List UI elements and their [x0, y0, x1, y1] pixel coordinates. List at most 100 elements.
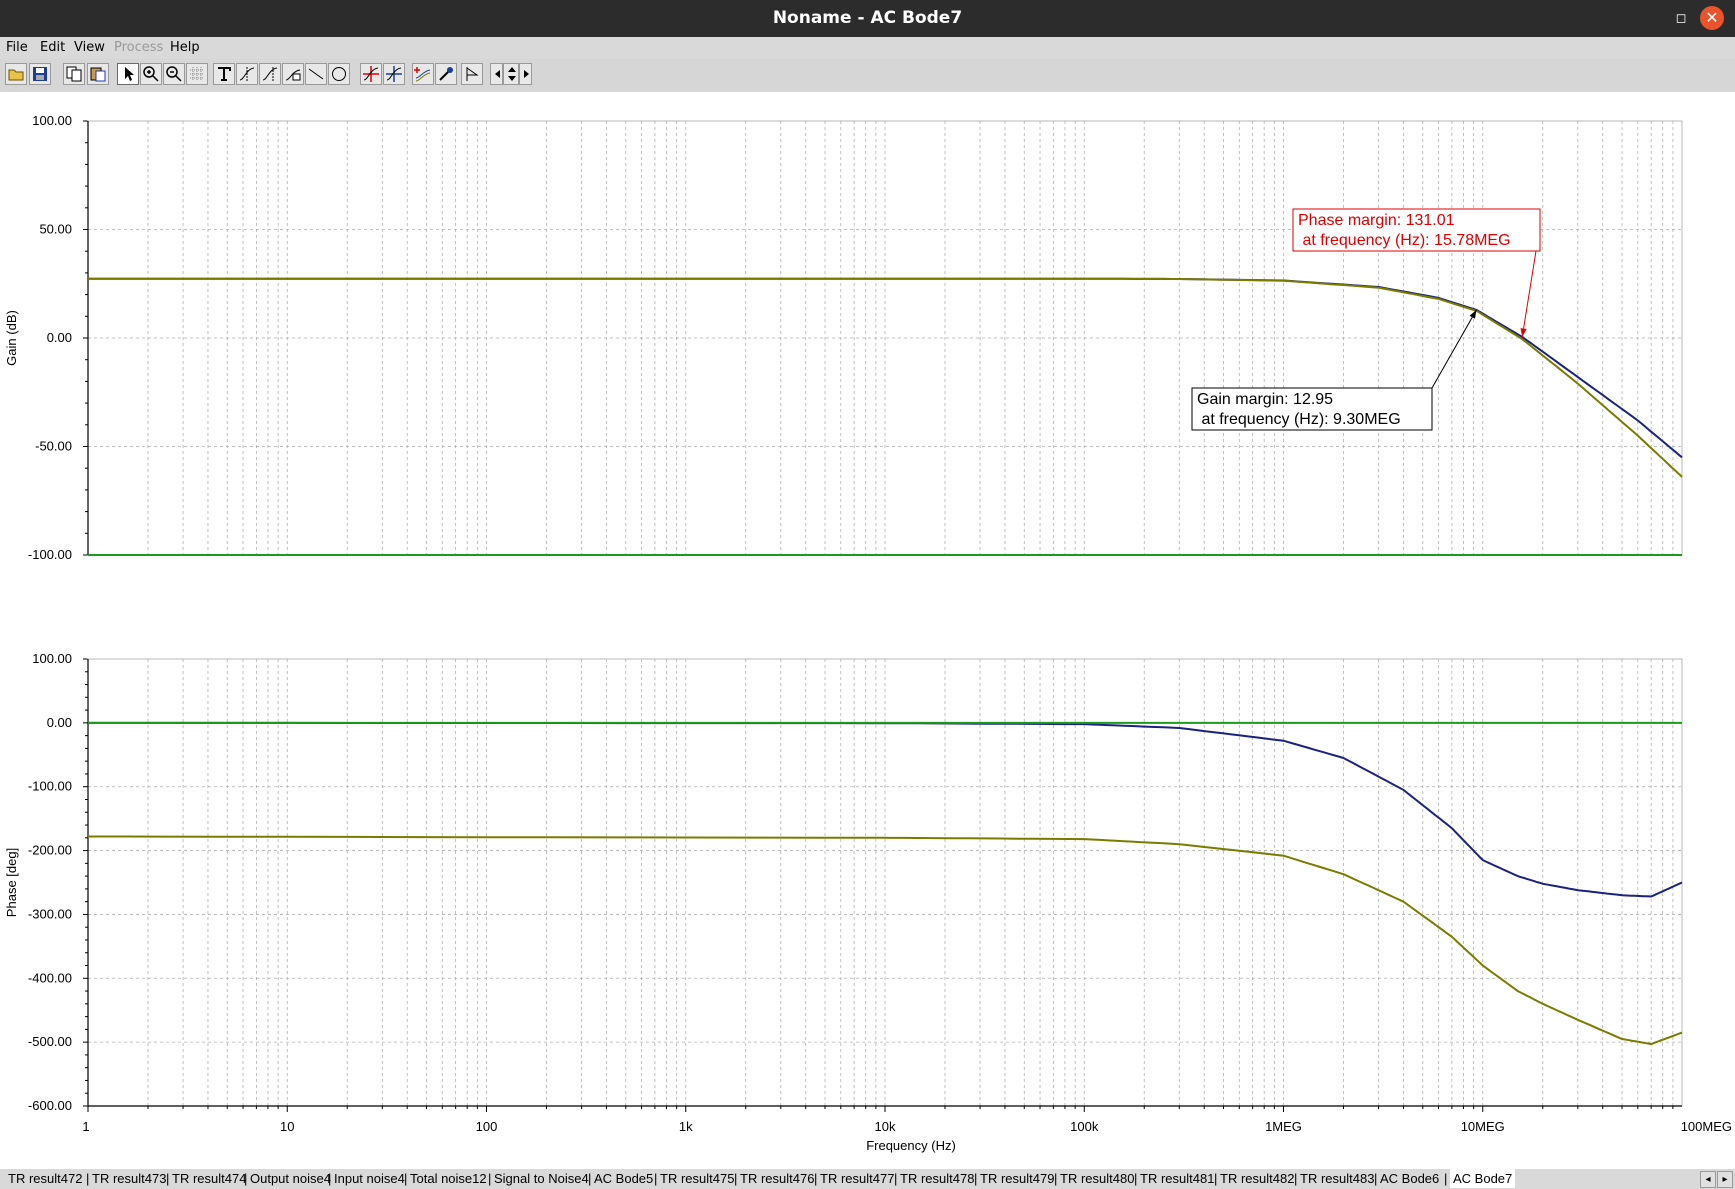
cursor-b-blue-button[interactable]	[383, 63, 405, 85]
tab-14[interactable]: TR result481	[1140, 1171, 1214, 1186]
maximize-button[interactable]: ◻	[1668, 0, 1694, 37]
tab-18[interactable]: AC Bode7	[1450, 1169, 1516, 1188]
scroll-right-button[interactable]	[519, 63, 532, 85]
series-line-olive	[87, 835, 1683, 1046]
tab-separator: |	[328, 1171, 332, 1186]
zoom-in-button[interactable]	[140, 63, 162, 85]
y-tick-label: -500.00	[28, 1034, 72, 1049]
text-tool-button[interactable]	[213, 63, 235, 85]
menu-help[interactable]: Help	[170, 40, 200, 55]
x-tick-label: 1MEG	[1265, 1119, 1302, 1134]
copy-button[interactable]	[63, 63, 85, 85]
y-tick-label: 0.00	[47, 715, 72, 730]
cursor-a-button[interactable]	[236, 63, 258, 85]
plot-area[interactable]: 100.00 50.00 0.00 -50.00 -100.00 Gain (dB) Pha…	[0, 92, 1735, 1169]
y-tick-label: -600.00	[28, 1098, 72, 1113]
open-button[interactable]	[5, 63, 27, 85]
x-axis-label: Frequency (Hz)	[866, 1138, 956, 1153]
grid-button[interactable]	[186, 63, 208, 85]
scroll-left-icon	[495, 70, 500, 78]
tab-5[interactable]: Total noise12	[410, 1171, 487, 1186]
x-tick-label: 1	[82, 1119, 89, 1134]
tab-separator: |	[244, 1171, 248, 1186]
y-tick-label: 100.00	[32, 651, 72, 666]
annotation-text-gain-margin: at frequency (Hz): 9.30MEG	[1197, 411, 1401, 428]
save-icon	[33, 67, 47, 81]
arrow-tool-button[interactable]	[461, 63, 483, 85]
tab-scroll-left-button[interactable]: ◂	[1700, 1171, 1716, 1188]
y-tick-label: -100.00	[28, 547, 72, 562]
circle-tool-button[interactable]	[328, 63, 350, 85]
tab-6[interactable]: Signal to Noise4	[494, 1171, 589, 1186]
annotation-arrow-phase-margin	[1521, 250, 1537, 337]
tab-separator: |	[488, 1171, 492, 1186]
tab-11[interactable]: TR result478	[900, 1171, 974, 1186]
tab-13[interactable]: TR result480	[1060, 1171, 1134, 1186]
tab-separator: |	[86, 1171, 90, 1186]
window-title: Noname - AC Bode7	[772, 8, 963, 28]
y-tick-label: -50.00	[35, 439, 72, 454]
bode-plot[interactable]: 100.0050.000.00-50.00-100.00Gain (dB)Pha…	[0, 92, 1735, 1169]
tab-9[interactable]: TR result476	[740, 1171, 814, 1186]
tab-7[interactable]: AC Bode5	[594, 1171, 653, 1186]
tab-3[interactable]: Output noise4	[250, 1171, 331, 1186]
annotation-text-phase-margin: Phase margin: 131.01	[1298, 212, 1455, 229]
cursor-b-icon	[262, 67, 278, 81]
menu-edit[interactable]: Edit	[40, 40, 65, 55]
y-tick-label: -100.00	[28, 779, 72, 794]
menu-process[interactable]: Process	[114, 40, 163, 55]
tab-15[interactable]: TR result482	[1220, 1171, 1294, 1186]
tab-0[interactable]: TR result472	[8, 1171, 82, 1186]
save-button[interactable]	[29, 63, 51, 85]
tab-separator: |	[654, 1171, 658, 1186]
select-button[interactable]	[117, 63, 139, 85]
tab-17[interactable]: AC Bode6	[1380, 1171, 1439, 1186]
line-tool-icon	[308, 68, 324, 80]
menu-view[interactable]: View	[74, 40, 105, 55]
copy-icon	[66, 66, 82, 82]
x-tick-label: 100k	[1070, 1119, 1099, 1134]
close-button[interactable]: ✕	[1700, 6, 1724, 30]
grid-icon	[190, 67, 204, 81]
x-tick-label: 100MEG	[1681, 1119, 1732, 1134]
scroll-right-icon	[524, 70, 529, 78]
tab-separator: |	[166, 1171, 170, 1186]
x-tick-label: 100	[476, 1119, 498, 1134]
tab-12[interactable]: TR result479	[980, 1171, 1054, 1186]
add-curve-button[interactable]	[412, 63, 434, 85]
annotation-text-gain-margin: Gain margin: 12.95	[1197, 391, 1333, 408]
tab-separator: |	[974, 1171, 978, 1186]
cursor-a-red-icon	[363, 66, 379, 82]
tab-separator: |	[814, 1171, 818, 1186]
probe-button[interactable]	[435, 63, 457, 85]
scroll-left-button[interactable]	[490, 63, 503, 85]
tab-separator: |	[1374, 1171, 1378, 1186]
tab-separator: |	[1294, 1171, 1298, 1186]
scroll-up-down-button[interactable]	[503, 63, 519, 85]
x-tick-label: 1k	[679, 1119, 693, 1134]
tab-8[interactable]: TR result475	[660, 1171, 734, 1186]
tab-2[interactable]: TR result474	[172, 1171, 246, 1186]
zoom-out-button[interactable]	[163, 63, 185, 85]
tab-16[interactable]: TR result483	[1300, 1171, 1374, 1186]
text-tool-icon	[218, 67, 231, 81]
tab-10[interactable]: TR result477	[820, 1171, 894, 1186]
cursor-a-red-button[interactable]	[360, 63, 382, 85]
tab-4[interactable]: Input noise4	[334, 1171, 405, 1186]
y-tick-label: -400.00	[28, 970, 72, 985]
tab-1[interactable]: TR result473	[92, 1171, 166, 1186]
cursor-b-button[interactable]	[259, 63, 281, 85]
menu-bar: File Edit View Process Help	[0, 37, 1735, 59]
tab-separator: |	[734, 1171, 738, 1186]
y-tick-label: -300.00	[28, 906, 72, 921]
curve-label-button[interactable]	[282, 63, 304, 85]
paste-button[interactable]	[87, 63, 109, 85]
y-tick-label: 100.00	[32, 113, 72, 128]
y-tick-label: 50.00	[39, 222, 72, 237]
annotation-text-phase-margin: at frequency (Hz): 15.78MEG	[1298, 232, 1511, 249]
tab-separator: |	[588, 1171, 592, 1186]
x-tick-label: 10k	[875, 1119, 896, 1134]
tab-scroll-right-button[interactable]: ▸	[1717, 1171, 1733, 1188]
menu-file[interactable]: File	[6, 40, 28, 55]
line-tool-button[interactable]	[305, 63, 327, 85]
